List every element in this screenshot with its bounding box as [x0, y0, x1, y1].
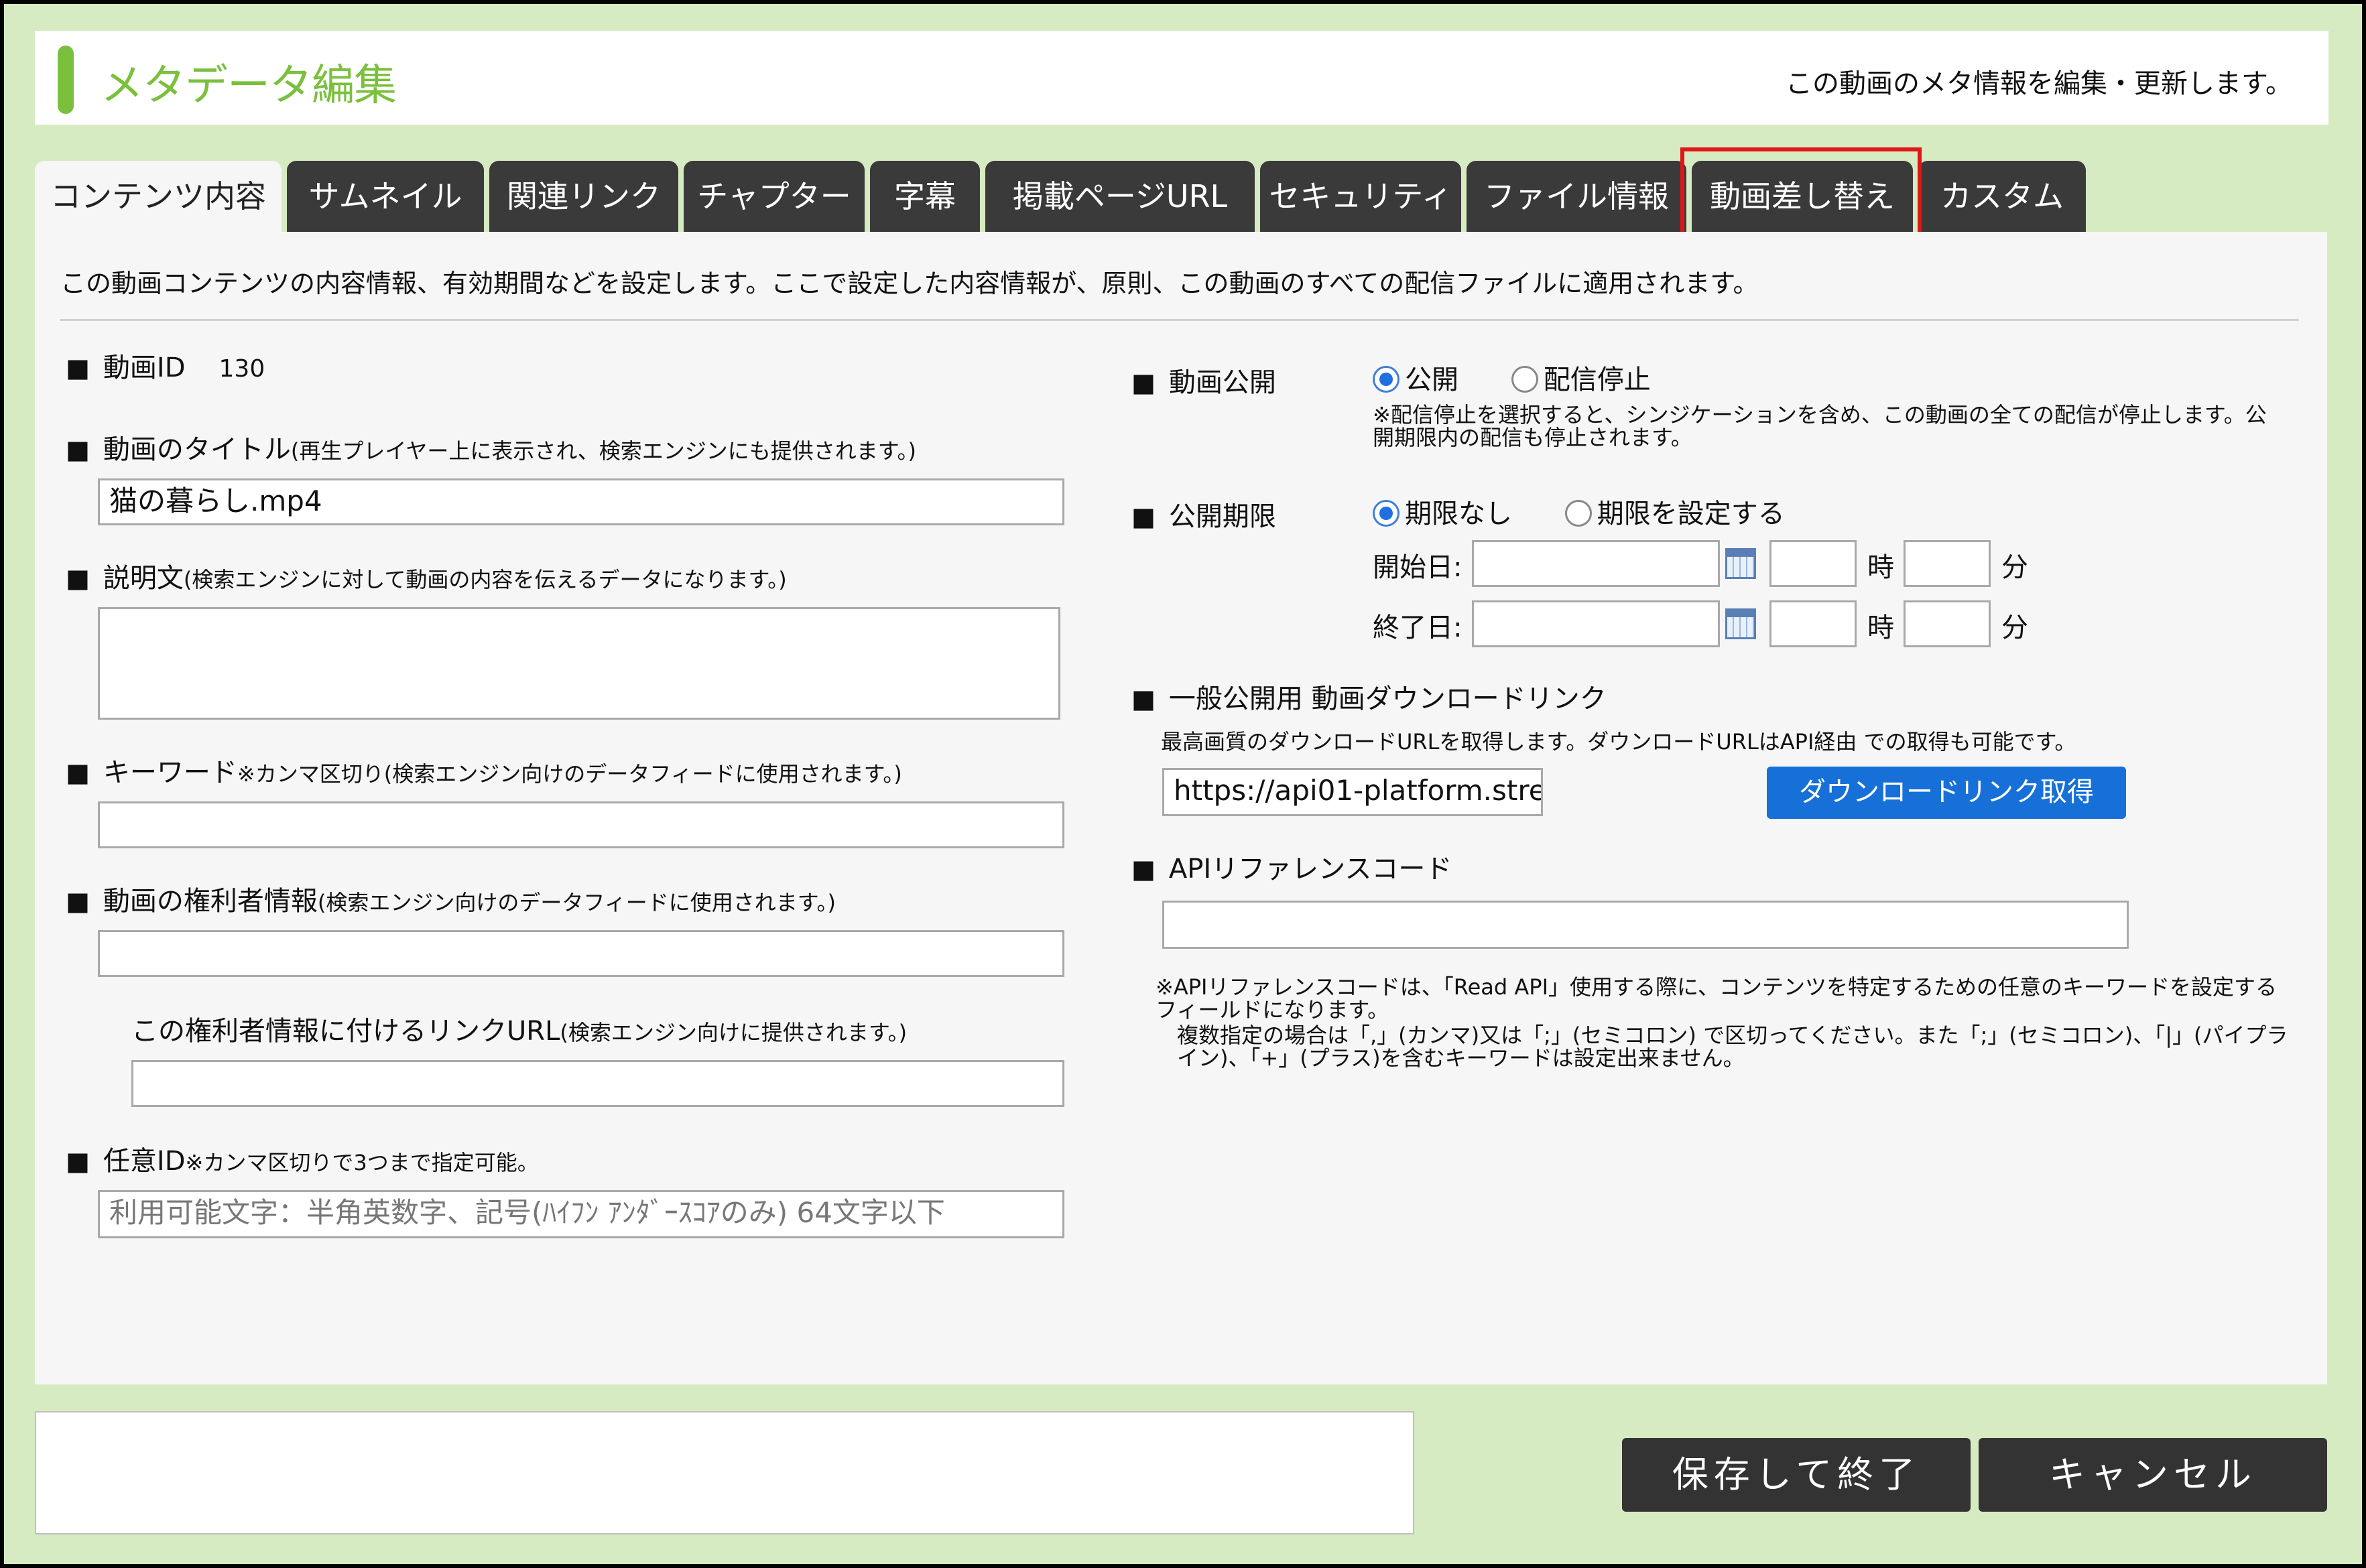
download-label: 一般公開用 動画ダウンロードリンク	[1168, 683, 1607, 714]
apiref-label: APIリファレンスコード	[1168, 854, 1452, 885]
start-minute-input[interactable]	[1904, 540, 1991, 587]
end-minute-unit: 分	[2001, 612, 2028, 643]
rights-note: (検索エンジン向けのデータフィードに使用されます。)	[317, 890, 836, 915]
download-url-input[interactable]: https://api01-platform.stream.co.jp/apis…	[1162, 768, 1543, 816]
bullet-square-icon: ■	[1131, 684, 1156, 714]
save-and-exit-button[interactable]: 保存して終了	[1622, 1438, 1971, 1512]
panel-intro: この動画コンテンツの内容情報、有効期間などを設定します。ここで設定した内容情報が…	[60, 269, 1759, 298]
start-hour-unit: 時	[1867, 552, 1894, 583]
calendar-icon[interactable]	[1725, 608, 1756, 639]
period-radio-group: 期限なし 期限を設定する	[1373, 492, 1785, 531]
video-id-value: 130	[219, 355, 265, 383]
custom-id-note: ※カンマ区切りで3つまで指定可能。	[185, 1150, 539, 1175]
bullet-square-icon: ■	[66, 1147, 90, 1176]
panel-divider	[60, 319, 2299, 321]
tab-highlight-box	[1680, 147, 1922, 244]
end-hour-unit: 時	[1867, 612, 1894, 643]
publish-radio-group: 公開 配信停止	[1373, 358, 1651, 397]
bullet-square-icon: ■	[66, 353, 90, 383]
publish-note: ※配信停止を選択すると、シンジケーションを含め、この動画の全ての配信が停止します…	[1373, 402, 2267, 450]
tab-security[interactable]: セキュリティ	[1260, 161, 1461, 232]
page-title: メタデータ編集	[101, 61, 397, 111]
keyword-row: ■ キーワード※カンマ区切り(検索エンジン向けのデータフィードに使用されます。)	[66, 750, 902, 789]
publish-row: ■ 動画公開	[1131, 361, 1276, 399]
description-textarea[interactable]	[98, 607, 1060, 720]
apiref-note-1: ※APIリファレンスコードは、「Read API」使用する際に、コンテンツを特定…	[1156, 974, 2278, 1023]
publish-label: 動画公開	[1168, 367, 1276, 398]
keyword-label: キーワード	[103, 757, 237, 788]
bullet-square-icon: ■	[66, 435, 90, 464]
end-date-label: 終了日:	[1373, 612, 1462, 643]
apiref-input[interactable]	[1162, 901, 2129, 949]
keyword-input[interactable]	[98, 801, 1064, 848]
title-row: ■ 動画のタイトル(再生プレイヤー上に表示され、検索エンジンにも提供されます。)	[66, 428, 916, 466]
tab-contents[interactable]: コンテンツ内容	[35, 161, 282, 235]
title-input[interactable]: 猫の暮らし.mp4	[98, 478, 1064, 525]
bullet-square-icon: ■	[1131, 368, 1156, 397]
video-id-row: ■ 動画ID 130	[66, 346, 265, 385]
bullet-square-icon: ■	[66, 887, 90, 916]
rights-label: 動画の権利者情報	[103, 886, 318, 917]
start-minute-unit: 分	[2001, 552, 2028, 583]
bullet-square-icon: ■	[66, 564, 90, 593]
download-note: 最高画質のダウンロードURLを取得します。ダウンロードURLはAPI経由 での取…	[1161, 729, 2076, 755]
bullet-square-icon: ■	[66, 758, 90, 787]
custom-id-input[interactable]: 利用可能文字：半角英数字、記号(ﾊｲﾌﾝ ｱﾝﾀﾞｰｽｺｱのみ) 64文字以下	[98, 1190, 1064, 1238]
period-label: 公開期限	[1168, 501, 1276, 532]
page-subtitle: この動画のメタ情報を編集・更新します。	[1786, 68, 2292, 99]
title-label: 動画のタイトル	[103, 434, 291, 465]
tab-related-links[interactable]: 関連リンク	[489, 161, 678, 232]
custom-id-row: ■ 任意ID※カンマ区切りで3つまで指定可能。	[66, 1139, 539, 1178]
rights-url-note: (検索エンジン向けに提供されます。)	[560, 1020, 908, 1045]
rights-url-row: この権利者情報に付けるリンクURL(検索エンジン向けに提供されます。)	[131, 1009, 907, 1048]
calendar-icon[interactable]	[1725, 548, 1756, 579]
page-header: メタデータ編集 この動画のメタ情報を編集・更新します。	[35, 31, 2328, 125]
bullet-square-icon: ■	[1131, 854, 1156, 884]
rights-input[interactable]	[98, 930, 1064, 977]
download-row: ■ 一般公開用 動画ダウンロードリンク	[1131, 677, 1607, 716]
radio-checked-icon[interactable]	[1373, 500, 1399, 527]
end-date-input[interactable]	[1472, 600, 1720, 647]
tab-subtitles[interactable]: 字幕	[870, 161, 980, 232]
start-hour-input[interactable]	[1769, 540, 1857, 587]
rights-url-label: この権利者情報に付けるリンクURL	[131, 1016, 560, 1047]
description-note: (検索エンジンに対して動画の内容を伝えるデータになります。)	[183, 567, 787, 592]
end-minute-input[interactable]	[1904, 600, 1991, 647]
title-note: (再生プレイヤー上に表示され、検索エンジンにも提供されます。)	[290, 438, 917, 464]
period-row: ■ 公開期限	[1131, 495, 1276, 533]
period-set-radio[interactable]: 期限を設定する	[1564, 499, 1785, 529]
description-row: ■ 説明文(検索エンジンに対して動画の内容を伝えるデータになります。)	[66, 556, 787, 595]
keyword-note: ※カンマ区切り(検索エンジン向けのデータフィードに使用されます。)	[237, 761, 902, 787]
custom-id-label: 任意ID	[103, 1146, 186, 1177]
apiref-note-2: 複数指定の場合は「,」(カンマ)又は「;」(セミコロン) で区切ってください。ま…	[1177, 1023, 2288, 1071]
tab-thumbnail[interactable]: サムネイル	[287, 161, 484, 232]
period-none-radio[interactable]: 期限なし	[1373, 499, 1512, 529]
description-label: 説明文	[103, 563, 184, 594]
publish-off-radio[interactable]: 配信停止	[1511, 365, 1651, 395]
cancel-button[interactable]: キャンセル	[1979, 1438, 2327, 1512]
radio-unchecked-icon[interactable]	[1564, 500, 1592, 527]
tab-custom[interactable]: カスタム	[1918, 161, 2086, 232]
end-hour-input[interactable]	[1769, 600, 1857, 647]
start-date-input[interactable]	[1472, 540, 1720, 587]
radio-checked-icon[interactable]	[1373, 366, 1399, 393]
tab-page-url[interactable]: 掲載ページURL	[985, 161, 1255, 232]
apiref-row: ■ APIリファレンスコード	[1131, 847, 1452, 886]
download-link-button[interactable]: ダウンロードリンク取得	[1767, 767, 2126, 819]
tab-chapter[interactable]: チャプター	[684, 161, 865, 232]
content-panel: この動画コンテンツの内容情報、有効期間などを設定します。ここで設定した内容情報が…	[35, 232, 2327, 1384]
tab-file-info[interactable]: ファイル情報	[1467, 161, 1686, 232]
start-date-label: 開始日:	[1373, 552, 1462, 583]
footer-message-area	[35, 1411, 1414, 1534]
radio-unchecked-icon[interactable]	[1511, 366, 1538, 393]
video-id-label: 動画ID	[103, 352, 186, 383]
publish-on-radio[interactable]: 公開	[1373, 365, 1458, 395]
bullet-square-icon: ■	[1131, 502, 1156, 531]
rights-url-input[interactable]	[131, 1060, 1064, 1107]
header-accent-bar	[58, 46, 74, 114]
rights-row: ■ 動画の権利者情報(検索エンジン向けのデータフィードに使用されます。)	[66, 879, 836, 918]
